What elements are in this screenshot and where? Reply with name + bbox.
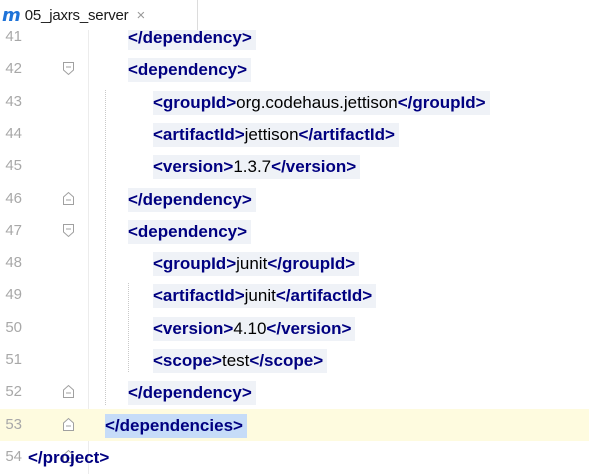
code-content[interactable]: <version>4.10</version>	[153, 316, 356, 341]
xml-tag: <artifactId>	[153, 124, 245, 144]
xml-tag: </scope>	[249, 351, 324, 370]
line-number[interactable]: 42	[0, 60, 22, 77]
xml-tag: </artifactId>	[275, 286, 373, 306]
code-line[interactable]: 47 <dependency>	[0, 215, 589, 247]
code-content[interactable]: </dependency>	[128, 187, 256, 212]
line-number[interactable]: 53	[0, 416, 22, 433]
code-line[interactable]: 46 </dependency>	[0, 183, 589, 215]
code-content[interactable]: </dependencies>	[105, 413, 247, 438]
code-line[interactable]: 44 <artifactId>jettison</artifactId>	[0, 118, 589, 150]
line-number[interactable]: 50	[0, 319, 22, 336]
xml-text: jettison	[244, 124, 299, 144]
xml-tag: <scope>	[153, 351, 222, 370]
code-content[interactable]: <version>1.3.7</version>	[153, 155, 361, 180]
xml-tag: </dependencies>	[105, 415, 243, 435]
code-content[interactable]: <groupId>junit</groupId>	[153, 252, 360, 277]
line-number[interactable]: 45	[0, 157, 22, 174]
line-number[interactable]: 41	[0, 28, 22, 45]
xml-tag: <groupId>	[153, 92, 237, 112]
xml-text: 1.3.7	[233, 157, 272, 177]
tab-title: 05_jaxrs_server	[24, 6, 129, 24]
xml-tag: </groupId>	[267, 254, 356, 274]
xml-tag: <dependency>	[128, 60, 248, 80]
fold-end-icon[interactable]	[62, 384, 75, 399]
tab-05-jaxrs-server[interactable]: m 05_jaxrs_server ×	[0, 0, 198, 30]
line-number[interactable]: 48	[0, 254, 22, 271]
xml-text: test	[222, 351, 250, 370]
fold-expanded-icon[interactable]	[62, 223, 75, 238]
line-number[interactable]: 46	[0, 190, 22, 207]
line-number[interactable]: 44	[0, 125, 22, 142]
code-content[interactable]: <dependency>	[128, 219, 252, 244]
xml-tag: <groupId>	[153, 254, 237, 274]
code-line[interactable]: 52 </dependency>	[0, 376, 589, 408]
indent-guide	[105, 89, 107, 405]
code-content[interactable]: <dependency>	[128, 58, 252, 83]
fold-end-icon[interactable]	[62, 417, 75, 432]
line-number[interactable]: 49	[0, 286, 22, 303]
xml-tag: <artifactId>	[153, 286, 245, 306]
xml-tag: <version>	[153, 318, 234, 338]
code-line[interactable]: 42 <dependency>	[0, 53, 589, 85]
line-number[interactable]: 43	[0, 93, 22, 110]
xml-tag: <version>	[153, 157, 234, 177]
code-content[interactable]: <artifactId>jettison</artifactId>	[153, 122, 399, 147]
code-content[interactable]: </project>	[28, 446, 113, 470]
code-line[interactable]: 45 <version>1.3.7</version>	[0, 150, 589, 182]
xml-tag: </dependency>	[128, 28, 252, 47]
xml-tag: </dependency>	[128, 189, 252, 209]
code-line[interactable]: 50 <version>4.10</version>	[0, 312, 589, 344]
xml-text: junit	[236, 254, 268, 274]
xml-tag: <dependency>	[128, 221, 248, 241]
line-number[interactable]: 47	[0, 222, 22, 239]
code-line[interactable]: 49 <artifactId>junit</artifactId>	[0, 279, 589, 311]
fold-expanded-icon[interactable]	[62, 61, 75, 76]
xml-text: junit	[244, 286, 276, 306]
editor-tab-bar: m 05_jaxrs_server ×	[0, 0, 589, 30]
code-content[interactable]: <artifactId>junit</artifactId>	[153, 284, 377, 309]
code-content[interactable]: <scope>test</scope>	[153, 349, 328, 373]
code-line[interactable]: 51 <scope>test</scope>	[0, 344, 589, 376]
indent-guide	[128, 283, 130, 373]
maven-icon: m	[2, 4, 21, 26]
line-number[interactable]: 54	[0, 448, 22, 465]
xml-tag: </project>	[28, 447, 110, 467]
close-icon[interactable]: ×	[136, 7, 145, 24]
code-content[interactable]: </dependency>	[128, 381, 256, 406]
xml-tag: </version>	[271, 157, 357, 177]
xml-tag: </version>	[266, 318, 352, 338]
code-line[interactable]: 48 <groupId>junit</groupId>	[0, 247, 589, 279]
xml-tag: </groupId>	[397, 92, 486, 112]
xml-tag: </dependency>	[128, 383, 252, 403]
code-line[interactable]: 53 </dependencies>	[0, 408, 589, 441]
code-line[interactable]: 54 </project>	[0, 441, 589, 473]
xml-tag: </artifactId>	[298, 124, 395, 144]
code-line[interactable]: 43 <groupId>org.codehaus.jettison</groupI…	[0, 86, 589, 118]
line-number[interactable]: 51	[0, 351, 22, 368]
code-content[interactable]: <groupId>org.codehaus.jettison</groupId>	[153, 90, 490, 115]
fold-end-icon[interactable]	[62, 191, 75, 206]
xml-text: org.codehaus.jettison	[236, 92, 398, 112]
xml-text: 4.10	[233, 318, 267, 338]
line-number[interactable]: 52	[0, 383, 22, 400]
code-editor[interactable]: 41 </dependency> 42 <dependency> 43 <groupId>…	[0, 0, 589, 474]
